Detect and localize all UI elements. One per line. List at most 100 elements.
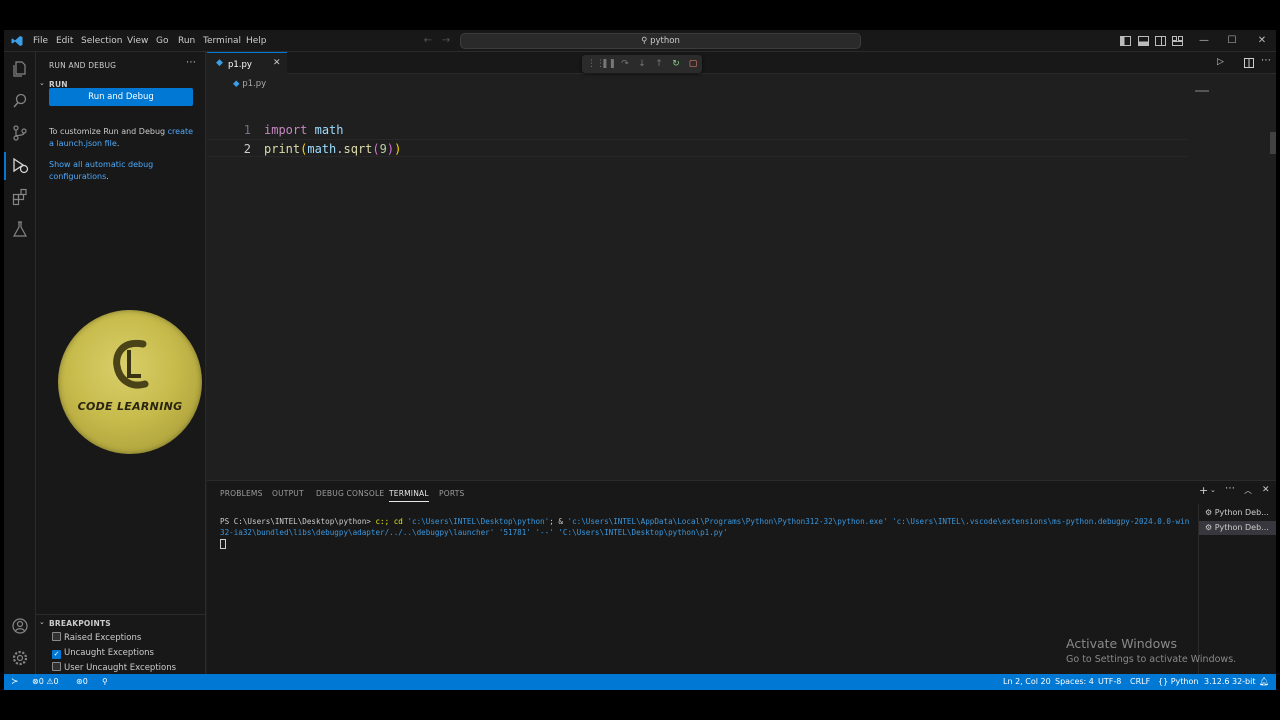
code-token: . bbox=[336, 142, 344, 156]
terminal-command: c:; cd bbox=[375, 517, 408, 526]
tab-ports[interactable]: PORTS bbox=[439, 489, 464, 498]
menu-view[interactable]: View bbox=[127, 36, 148, 46]
new-terminal-icon[interactable]: + bbox=[1199, 484, 1208, 497]
drag-handle-icon[interactable]: ⋮⋮ bbox=[587, 58, 605, 70]
activate-windows-subtitle: Go to Settings to activate Windows. bbox=[1066, 654, 1237, 665]
more-actions-icon[interactable]: ⋯ bbox=[186, 57, 196, 68]
menu-file[interactable]: File bbox=[33, 36, 48, 46]
pause-icon[interactable]: ❚❚ bbox=[601, 58, 616, 70]
back-arrow-icon[interactable]: ← bbox=[422, 35, 434, 47]
braces-icon: {} bbox=[1158, 677, 1169, 686]
tab-p1-py[interactable]: ◆ p1.py ✕ bbox=[207, 52, 287, 74]
maximize-icon[interactable]: ☐ bbox=[1226, 35, 1238, 47]
customize-label: To customize Run and Debug bbox=[49, 127, 168, 136]
minimap[interactable] bbox=[1195, 90, 1209, 92]
run-and-debug-button[interactable]: Run and Debug bbox=[49, 88, 193, 106]
terminal-instance-selected[interactable]: ⚙ Python Deb... bbox=[1199, 521, 1276, 535]
toggle-primary-sidebar-icon[interactable] bbox=[1120, 36, 1131, 46]
breadcrumb[interactable]: ◆ p1.py bbox=[233, 79, 266, 89]
python-file-icon: ◆ bbox=[233, 79, 240, 89]
warning-icon: ⚠ bbox=[46, 677, 54, 686]
show-all-debug-configs-link[interactable]: Show all automatic debug configurations bbox=[49, 160, 153, 181]
python-interpreter[interactable]: 3.12.6 32-bit bbox=[1204, 674, 1256, 690]
cursor-position[interactable]: Ln 2, Col 20 bbox=[1003, 674, 1051, 690]
tab-output[interactable]: OUTPUT bbox=[272, 489, 304, 498]
checkbox-checked[interactable]: ✓ bbox=[52, 650, 61, 659]
minimize-icon[interactable]: — bbox=[1198, 35, 1210, 47]
customize-end: . bbox=[116, 139, 120, 148]
menu-selection[interactable]: Selection bbox=[81, 36, 122, 46]
language-label: Python bbox=[1170, 677, 1199, 686]
testing-flask-icon[interactable] bbox=[11, 220, 29, 238]
toggle-panel-icon[interactable] bbox=[1138, 36, 1149, 46]
menu-go[interactable]: Go bbox=[156, 36, 168, 46]
customize-layout-icon[interactable] bbox=[1172, 36, 1183, 46]
code-token: print bbox=[264, 142, 301, 156]
breakpoint-user-uncaught-exceptions[interactable]: User Uncaught Exceptions bbox=[52, 662, 176, 674]
code-token: import bbox=[264, 123, 308, 137]
encoding[interactable]: UTF-8 bbox=[1098, 674, 1121, 690]
panel-more-actions-icon[interactable]: ⋯ bbox=[1225, 483, 1235, 494]
gear-icon[interactable] bbox=[11, 649, 29, 667]
chevron-down-icon[interactable]: ⌄ bbox=[1210, 486, 1216, 494]
maximize-panel-icon[interactable]: ︿ bbox=[1244, 485, 1252, 496]
ports-indicator[interactable]: ⊛0 bbox=[76, 674, 88, 690]
step-out-icon[interactable]: ↑ bbox=[653, 58, 665, 70]
menu-edit[interactable]: Edit bbox=[56, 36, 73, 46]
breakpoint-uncaught-exceptions[interactable]: ✓ Uncaught Exceptions bbox=[52, 647, 154, 659]
chevron-down-icon[interactable]: ⌄ bbox=[39, 79, 45, 87]
close-tab-icon[interactable]: ✕ bbox=[273, 58, 281, 68]
account-icon[interactable] bbox=[11, 617, 29, 635]
tab-terminal[interactable]: TERMINAL bbox=[389, 489, 429, 502]
terminal-output[interactable]: PS C:\Users\INTEL\Desktop\python> c:; cd… bbox=[220, 516, 1190, 549]
chevron-down-icon[interactable]: ⌄ bbox=[39, 618, 45, 626]
code-line-current[interactable]: 2 print(math.sqrt(9)) bbox=[207, 139, 1187, 157]
step-into-icon[interactable]: ↓ bbox=[636, 58, 648, 70]
run-and-debug-icon[interactable] bbox=[11, 156, 29, 174]
step-over-icon[interactable]: ↷ bbox=[619, 58, 631, 70]
explorer-icon[interactable] bbox=[11, 60, 29, 78]
editor-more-actions-icon[interactable]: ⋯ bbox=[1261, 55, 1271, 66]
close-panel-icon[interactable]: ✕ bbox=[1262, 485, 1270, 495]
extensions-icon[interactable] bbox=[11, 188, 29, 206]
run-debug-sidebar: RUN AND DEBUG ⋯ ⌄ RUN Run and Debug To c… bbox=[36, 52, 206, 674]
checkbox[interactable] bbox=[52, 662, 61, 671]
title-bar: File Edit Selection View Go Run Terminal… bbox=[4, 30, 1276, 52]
close-window-icon[interactable]: ✕ bbox=[1256, 35, 1268, 47]
menu-help[interactable]: Help bbox=[246, 36, 267, 46]
problems-indicator[interactable]: ⊗0 ⚠0 bbox=[32, 674, 59, 690]
debug-status-icon[interactable]: ⚲ bbox=[102, 674, 108, 690]
split-editor-icon[interactable] bbox=[1244, 58, 1254, 68]
sidebar-header: RUN AND DEBUG bbox=[49, 61, 117, 70]
editor-scrollbar[interactable] bbox=[1270, 132, 1276, 154]
run-python-file-icon[interactable]: ▷ bbox=[1217, 57, 1224, 67]
indentation[interactable]: Spaces: 4 bbox=[1055, 674, 1094, 690]
remote-indicator-icon[interactable]: ≻ bbox=[11, 674, 19, 690]
breakpoint-raised-exceptions[interactable]: Raised Exceptions bbox=[52, 632, 141, 644]
show-all-end: . bbox=[106, 172, 109, 181]
checkbox[interactable] bbox=[52, 632, 61, 641]
menu-run[interactable]: Run bbox=[178, 36, 195, 46]
language-mode[interactable]: {} Python bbox=[1158, 674, 1198, 690]
tab-problems[interactable]: PROBLEMS bbox=[220, 489, 263, 498]
code-text: import math bbox=[264, 121, 344, 139]
forward-arrow-icon[interactable]: → bbox=[440, 35, 452, 47]
terminal-arg: 'c:\Users\INTEL\Desktop\python' bbox=[407, 517, 550, 526]
editor-tab-bar: ◆ p1.py ✕ ⋮⋮ ❚❚ ↷ ↓ ↑ ↻ ▢ ▷ ⋯ bbox=[207, 52, 1276, 74]
terminal-arg: 'c:\Users\INTEL\AppData\Local\Programs\P… bbox=[567, 517, 888, 526]
restart-icon[interactable]: ↻ bbox=[670, 58, 682, 70]
code-line[interactable]: 1 import math bbox=[207, 121, 1187, 139]
terminal-instance[interactable]: ⚙ Python Deb... bbox=[1199, 506, 1276, 520]
tab-debug-console[interactable]: DEBUG CONSOLE bbox=[316, 489, 384, 498]
toggle-secondary-sidebar-icon[interactable] bbox=[1155, 36, 1166, 46]
stop-icon[interactable]: ▢ bbox=[687, 58, 699, 70]
end-of-line[interactable]: CRLF bbox=[1130, 674, 1150, 690]
menu-terminal[interactable]: Terminal bbox=[203, 36, 241, 46]
search-icon[interactable] bbox=[11, 92, 29, 110]
notifications-bell-icon[interactable]: 🔔︎ bbox=[1259, 674, 1269, 690]
breakpoints-section-title[interactable]: BREAKPOINTS bbox=[49, 619, 111, 628]
command-center-search[interactable]: ⚲ python bbox=[460, 33, 861, 49]
breadcrumb-file: p1.py bbox=[242, 79, 267, 89]
ports-icon: ⊛ bbox=[76, 677, 83, 686]
source-control-icon[interactable] bbox=[11, 124, 29, 142]
